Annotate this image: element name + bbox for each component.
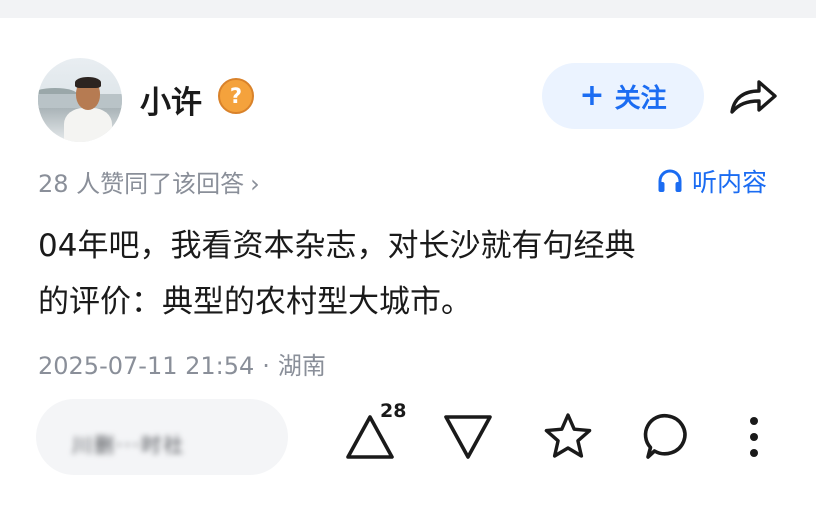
plus-icon: +: [579, 78, 605, 113]
likes-summary-link[interactable]: 28 人赞同了该回答 ›: [38, 164, 260, 199]
listen-button[interactable]: 听内容: [656, 163, 767, 199]
more-button[interactable]: [726, 409, 782, 465]
answer-datetime: 2025-07-11 21:54: [38, 352, 255, 380]
downvote-icon: [444, 415, 492, 459]
likes-summary-text: 28 人赞同了该回答: [38, 170, 245, 198]
follow-button-label: 关注: [614, 83, 667, 114]
answer-line: 的评价：典型的农村型大城市。: [38, 284, 472, 320]
question-badge-icon[interactable]: ?: [218, 78, 254, 114]
star-icon: [544, 413, 592, 458]
comment-input[interactable]: 川删···时社: [36, 399, 288, 475]
answer-line: 04年吧，我看资本杂志，对长沙就有句经典: [38, 228, 636, 264]
answer-content[interactable]: 04年吧，我看资本杂志，对长沙就有句经典 的评价：典型的农村型大城市。: [38, 218, 786, 330]
author-name[interactable]: 小许: [140, 77, 202, 122]
downvote-button[interactable]: [440, 409, 496, 465]
answer-location: 湖南: [277, 352, 326, 380]
headphones-icon: [658, 169, 682, 192]
upvote-count: 28: [380, 400, 407, 422]
answer-meta: 2025-07-11 21:54 · 湖南: [38, 346, 326, 381]
favorite-button[interactable]: [540, 409, 596, 465]
share-icon[interactable]: [728, 76, 780, 118]
follow-button[interactable]: + 关注: [542, 63, 704, 129]
comment-icon: [643, 413, 687, 459]
listen-label: 听内容: [692, 168, 768, 197]
chevron-right-icon: ›: [250, 170, 260, 198]
comment-button[interactable]: [640, 409, 696, 465]
avatar-hair: [75, 77, 101, 88]
meta-separator: ·: [262, 352, 270, 380]
top-divider-strip: [0, 0, 816, 18]
comment-placeholder: 川删···时社: [72, 433, 186, 457]
avatar-shirt: [64, 108, 112, 142]
avatar[interactable]: [38, 58, 122, 142]
more-icon: [750, 417, 758, 457]
